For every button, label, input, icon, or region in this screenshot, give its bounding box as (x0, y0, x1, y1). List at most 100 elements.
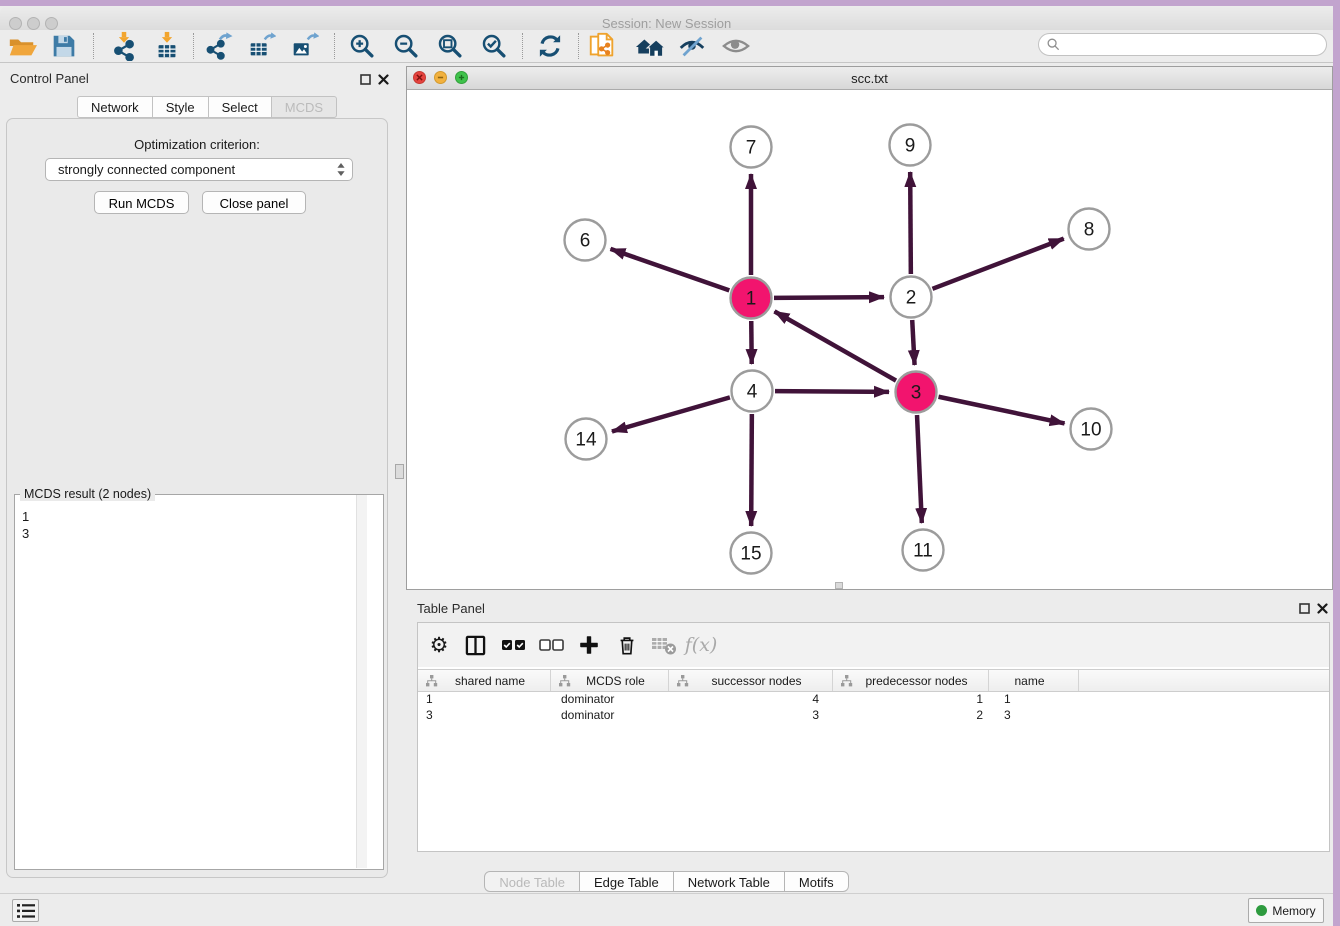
table-cell[interactable]: 1 (989, 691, 1079, 707)
node-2[interactable]: 2 (891, 277, 932, 318)
edge-2-3[interactable] (912, 320, 914, 365)
column-header-name[interactable]: name (989, 670, 1079, 691)
result-scrollbar[interactable] (356, 495, 367, 868)
search-box (1038, 33, 1327, 56)
edge-4-3[interactable] (775, 391, 889, 392)
edge-2-8[interactable] (932, 239, 1063, 289)
memory-label: Memory (1272, 904, 1315, 918)
table-cell[interactable]: 3 (418, 707, 551, 723)
memory-button[interactable]: Memory (1248, 898, 1324, 923)
column-header-successor-nodes[interactable]: successor nodes (669, 670, 833, 691)
select-all-icon[interactable] (499, 630, 529, 660)
close-table-panel-icon[interactable] (1316, 602, 1329, 615)
edge-3-1[interactable] (774, 311, 896, 380)
network-canvas[interactable]: 7 9 6 8 1 2 4 3 14 10 15 11 (407, 89, 1332, 589)
tab-select[interactable]: Select (208, 96, 272, 118)
node-11[interactable]: 11 (903, 530, 944, 571)
tab-style[interactable]: Style (152, 96, 209, 118)
table-row[interactable]: 1dominator411 (418, 691, 1329, 707)
show-panels-list-button[interactable] (12, 899, 39, 922)
deselect-all-icon[interactable] (537, 630, 567, 660)
node-9[interactable]: 9 (890, 125, 931, 166)
node-7[interactable]: 7 (731, 127, 772, 168)
toolbar-separator (578, 33, 579, 59)
network-document-icon[interactable] (584, 28, 620, 64)
table-cell[interactable]: 1 (833, 691, 989, 707)
add-row-icon[interactable] (574, 630, 604, 660)
node-10[interactable]: 10 (1071, 409, 1112, 450)
show-graphics-details-icon[interactable] (718, 28, 754, 64)
export-table-icon[interactable] (243, 28, 279, 64)
edge-1-2[interactable] (774, 297, 884, 298)
show-columns-icon[interactable] (460, 630, 490, 660)
node-15[interactable]: 15 (731, 533, 772, 574)
tab-mcds[interactable]: MCDS (271, 96, 337, 118)
hide-graphics-details-icon[interactable] (674, 28, 710, 64)
table-settings-icon[interactable]: ⚙ (424, 630, 454, 660)
zoom-selected-icon[interactable] (476, 28, 512, 64)
control-panel-tabs: NetworkStyleSelectMCDS (77, 96, 337, 118)
zoom-out-icon[interactable] (388, 28, 424, 64)
table-cell[interactable]: 2 (833, 707, 989, 723)
tab-node-table[interactable]: Node Table (484, 871, 580, 892)
save-session-icon[interactable] (46, 28, 82, 64)
table-cell[interactable]: 1 (418, 691, 551, 707)
edge-2-9[interactable] (910, 172, 911, 274)
memory-status-icon (1256, 905, 1267, 916)
open-session-icon[interactable] (4, 28, 40, 64)
table-row[interactable]: 3dominator323 (418, 707, 1329, 723)
tab-network-table[interactable]: Network Table (673, 871, 785, 892)
mcds-result-title: MCDS result (2 nodes) (20, 487, 155, 501)
node-6[interactable]: 6 (565, 220, 606, 261)
column-header-shared-name[interactable]: shared name (418, 670, 551, 691)
table-cell[interactable]: 3 (989, 707, 1079, 723)
export-image-icon[interactable] (286, 28, 322, 64)
edge-3-11[interactable] (917, 415, 922, 523)
table-cell[interactable]: 3 (669, 707, 833, 723)
table-cell[interactable]: 4 (669, 691, 833, 707)
import-network-icon[interactable] (106, 28, 142, 64)
import-table-icon[interactable] (149, 28, 185, 64)
destroy-table-icon[interactable] (649, 630, 679, 660)
run-mcds-button[interactable]: Run MCDS (94, 191, 189, 214)
tree-icon (425, 675, 438, 687)
node-4[interactable]: 4 (732, 371, 773, 412)
node-3[interactable]: 3 (896, 372, 937, 413)
export-network-icon[interactable] (200, 28, 236, 64)
desktop-edge-right (1333, 6, 1340, 926)
delete-row-icon[interactable] (612, 630, 642, 660)
column-header-mcds-role[interactable]: MCDS role (551, 670, 669, 691)
tab-edge-table[interactable]: Edge Table (579, 871, 674, 892)
refresh-layout-icon[interactable] (532, 28, 568, 64)
tab-motifs[interactable]: Motifs (784, 871, 849, 892)
column-header-filler (1079, 670, 1329, 691)
close-panel-button[interactable]: Close panel (202, 191, 306, 214)
table-toolbar: ⚙ f(x) (418, 623, 1329, 667)
float-table-panel-icon[interactable] (1298, 602, 1311, 615)
edge-1-6[interactable] (610, 249, 729, 291)
tab-network[interactable]: Network (77, 96, 153, 118)
svg-text:2: 2 (906, 288, 917, 309)
edge-4-14[interactable] (612, 397, 730, 431)
toolbar-separator (334, 33, 335, 59)
zoom-in-icon[interactable] (344, 28, 380, 64)
zoom-fit-icon[interactable] (432, 28, 468, 64)
canvas-resize-grip[interactable] (835, 582, 843, 589)
close-panel-icon[interactable] (377, 73, 390, 86)
column-header-predecessor-nodes[interactable]: predecessor nodes (833, 670, 989, 691)
mcds-result-box (14, 494, 384, 870)
float-panel-icon[interactable] (359, 73, 372, 86)
apply-function-icon[interactable]: f(x) (686, 630, 716, 660)
edge-3-10[interactable] (939, 397, 1065, 424)
edge-4-15[interactable] (751, 414, 752, 526)
table-cell[interactable]: dominator (551, 707, 669, 723)
node-8[interactable]: 8 (1069, 209, 1110, 250)
search-input[interactable] (1061, 36, 1326, 54)
home-icon[interactable] (632, 28, 668, 64)
criterion-select[interactable]: strongly connected component (45, 158, 353, 181)
toolbar-separator (193, 33, 194, 59)
node-1[interactable]: 1 (731, 278, 772, 319)
panel-splitter-handle[interactable] (395, 464, 404, 479)
node-14[interactable]: 14 (566, 419, 607, 460)
table-cell[interactable]: dominator (551, 691, 669, 707)
